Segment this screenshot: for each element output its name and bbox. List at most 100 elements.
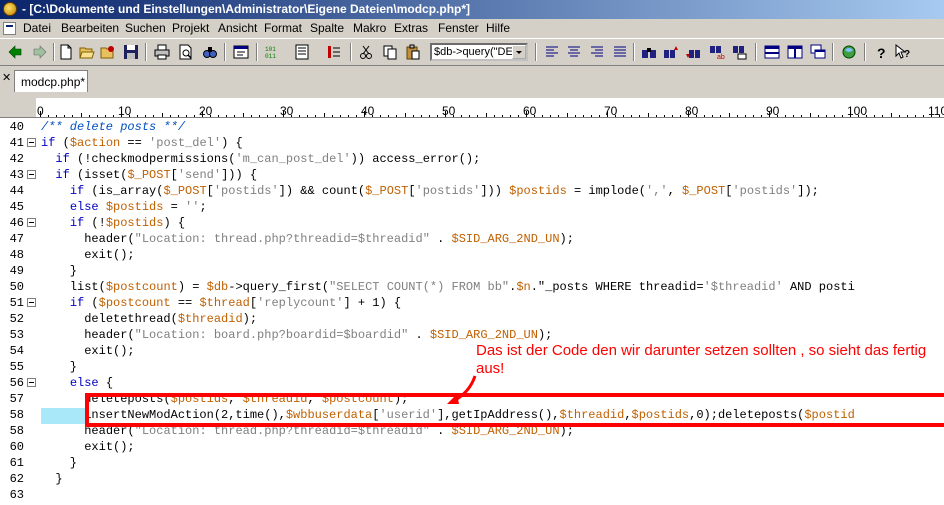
code-line[interactable]: 47 header("Location: thread.php?threadid… bbox=[0, 232, 944, 248]
line-number: 43 bbox=[9, 168, 24, 182]
code-line[interactable]: 48 exit(); bbox=[0, 248, 944, 264]
app-icon[interactable] bbox=[3, 2, 17, 16]
ruler-tick bbox=[436, 115, 438, 117]
menu-hilfe[interactable]: Hilfe bbox=[486, 21, 510, 35]
document-window-icon[interactable] bbox=[3, 22, 16, 35]
code-line[interactable]: 45 else $postids = ''; bbox=[0, 200, 944, 216]
ruler-tick bbox=[631, 115, 633, 117]
menu-format[interactable]: Format bbox=[264, 21, 302, 35]
forward-arrow-icon[interactable] bbox=[31, 43, 49, 61]
menu-projekt[interactable]: Projekt bbox=[172, 21, 209, 35]
ruler-tick bbox=[291, 115, 293, 117]
tab-modcp[interactable]: modcp.php* bbox=[14, 70, 88, 92]
ruler-tick bbox=[169, 115, 171, 117]
paste-icon[interactable] bbox=[404, 43, 422, 61]
code-line[interactable]: 41 if ($action == 'post_del') { bbox=[0, 136, 944, 152]
print-icon[interactable] bbox=[153, 43, 171, 61]
code-line[interactable]: 44 if (is_array($_POST['postids']) && co… bbox=[0, 184, 944, 200]
code-line[interactable]: 40 /** delete posts **/ bbox=[0, 120, 944, 136]
print-preview-icon[interactable] bbox=[177, 43, 195, 61]
ruler-tick bbox=[623, 115, 625, 117]
menu-fenster[interactable]: Fenster bbox=[438, 21, 479, 35]
fold-toggle-icon[interactable] bbox=[27, 170, 36, 179]
ruler-tick bbox=[355, 115, 357, 117]
cut-icon[interactable] bbox=[357, 43, 375, 61]
hex-binary-icon[interactable]: 101 011 bbox=[263, 43, 281, 61]
menu-bearbeiten[interactable]: Bearbeiten bbox=[61, 21, 119, 35]
ruler-tick bbox=[250, 115, 252, 117]
code-line[interactable]: 51 if ($postcount == $thread['replycount… bbox=[0, 296, 944, 312]
copy-icon[interactable] bbox=[381, 43, 399, 61]
find-previous-icon[interactable] bbox=[684, 43, 702, 61]
code-line[interactable]: 42 if (!checkmodpermissions('m_can_post_… bbox=[0, 152, 944, 168]
align-right-icon[interactable] bbox=[588, 43, 606, 61]
ruler-tick bbox=[801, 115, 803, 117]
context-help-icon[interactable]: ? bbox=[894, 43, 912, 61]
close-icon[interactable]: ✕ bbox=[2, 71, 11, 84]
code-line[interactable]: 60 exit(); bbox=[0, 440, 944, 456]
menu-extras[interactable]: Extras bbox=[394, 21, 428, 35]
ruler-tick bbox=[922, 115, 924, 117]
search-combo[interactable]: $db->query("DE bbox=[430, 43, 528, 61]
code-line[interactable]: 43 if (isset($_POST['send'])) { bbox=[0, 168, 944, 184]
justify-icon[interactable] bbox=[611, 43, 629, 61]
fold-toggle-icon[interactable] bbox=[27, 138, 36, 147]
align-center-icon[interactable] bbox=[565, 43, 583, 61]
title-bar: - [C:\Dokumente und Einstellungen\Admini… bbox=[0, 0, 944, 19]
toolbar-separator bbox=[256, 43, 258, 61]
window-icon[interactable] bbox=[232, 43, 250, 61]
ruler-tick bbox=[420, 115, 422, 117]
menu-spalte[interactable]: Spalte bbox=[310, 21, 344, 35]
ruler-tick bbox=[728, 113, 730, 117]
new-file-icon[interactable] bbox=[57, 43, 75, 61]
line-number: 52 bbox=[9, 312, 24, 326]
replace-in-files-icon[interactable] bbox=[731, 43, 749, 61]
menu-ansicht[interactable]: Ansicht bbox=[218, 21, 257, 35]
ruler-tick bbox=[720, 115, 722, 117]
ruler-tick bbox=[655, 115, 657, 117]
line-number: 44 bbox=[9, 184, 24, 198]
find-icon[interactable] bbox=[640, 43, 658, 61]
fold-toggle-icon[interactable] bbox=[27, 298, 36, 307]
open-folder-icon[interactable] bbox=[78, 43, 96, 61]
align-left-icon[interactable] bbox=[543, 43, 561, 61]
ruler-tick bbox=[242, 113, 244, 117]
find-next-icon[interactable] bbox=[662, 43, 680, 61]
ftp-icon[interactable] bbox=[840, 43, 858, 61]
fold-toggle-icon[interactable] bbox=[27, 378, 36, 387]
code-line[interactable]: 63 bbox=[0, 488, 944, 504]
back-arrow-icon[interactable] bbox=[6, 43, 24, 61]
ruler-tick bbox=[145, 115, 147, 117]
tab-label: modcp.php* bbox=[21, 75, 86, 89]
code-line[interactable]: 46 if (!$postids) { bbox=[0, 216, 944, 232]
ruler-tick bbox=[121, 111, 122, 117]
column-ruler: 0102030405060708090100110 bbox=[0, 98, 944, 118]
menu-suchen[interactable]: Suchen bbox=[125, 21, 166, 35]
find-in-files-icon[interactable] bbox=[201, 43, 219, 61]
code-line[interactable]: 62 } bbox=[0, 472, 944, 488]
code-editor[interactable]: 40 /** delete posts **/ 41 if ($action == '… bbox=[0, 118, 944, 505]
open-project-icon[interactable] bbox=[99, 43, 117, 61]
toolbar-separator bbox=[350, 43, 352, 61]
text-lines-icon[interactable] bbox=[293, 43, 311, 61]
column-icon[interactable] bbox=[325, 43, 343, 61]
menu-datei[interactable]: Datei bbox=[23, 21, 51, 35]
code-line[interactable]: 61 } bbox=[0, 456, 944, 472]
replace-icon[interactable]: ab bbox=[708, 43, 726, 61]
chevron-down-icon[interactable] bbox=[512, 45, 526, 59]
code-line[interactable]: 49 } bbox=[0, 264, 944, 280]
fold-toggle-icon[interactable] bbox=[27, 218, 36, 227]
line-number: 50 bbox=[9, 280, 24, 294]
code-line[interactable]: 50 list($postcount) = $db->query_first("… bbox=[0, 280, 944, 296]
ruler-tick bbox=[453, 115, 455, 117]
horizontal-split-icon[interactable] bbox=[763, 43, 781, 61]
ruler-tick bbox=[712, 115, 714, 117]
ruler-tick bbox=[177, 115, 179, 117]
ruler-scale: 0102030405060708090100110 bbox=[36, 98, 944, 118]
cascade-windows-icon[interactable] bbox=[809, 43, 827, 61]
vertical-split-icon[interactable] bbox=[786, 43, 804, 61]
help-icon[interactable]: ? bbox=[872, 43, 890, 61]
save-icon[interactable] bbox=[122, 43, 140, 61]
menu-makro[interactable]: Makro bbox=[353, 21, 386, 35]
code-line[interactable]: 52 deletethread($threadid); bbox=[0, 312, 944, 328]
